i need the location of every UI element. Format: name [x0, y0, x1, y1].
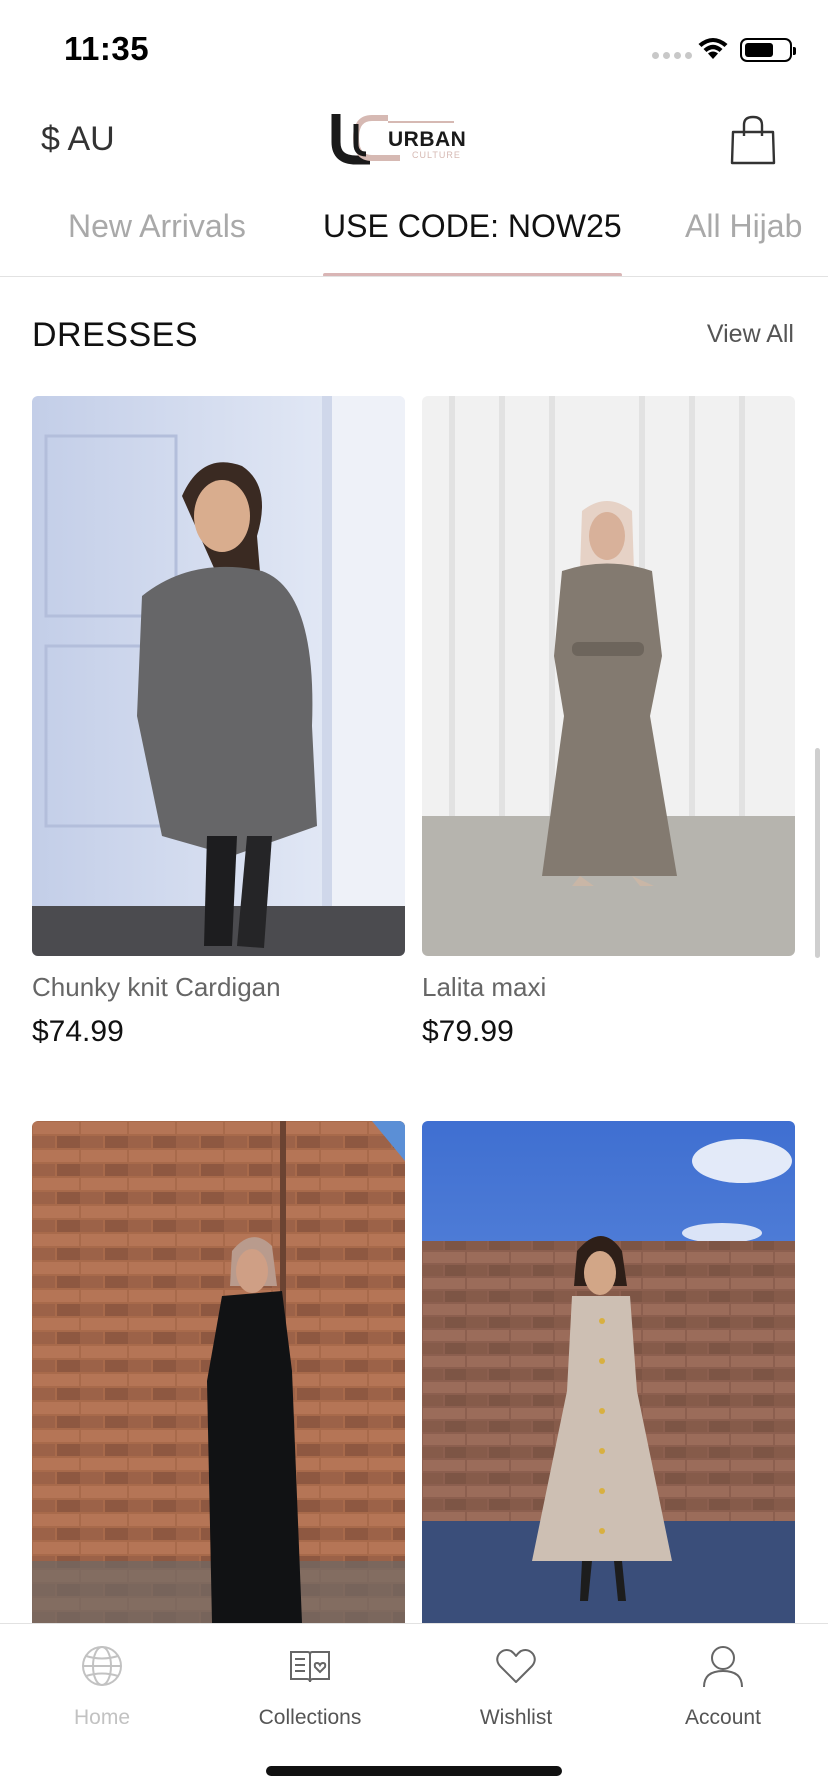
nav-label-account: Account [685, 1706, 761, 1729]
person-icon [703, 1646, 743, 1688]
wifi-icon [698, 38, 728, 59]
product-image[interactable] [422, 396, 795, 956]
shopping-bag-icon[interactable] [728, 114, 778, 166]
home-indicator[interactable] [266, 1766, 562, 1776]
currency-selector[interactable]: $ AU [41, 120, 115, 159]
book-heart-icon [290, 1651, 330, 1683]
logo-text: URBAN [388, 128, 467, 151]
heart-icon [496, 1649, 536, 1683]
product-image[interactable] [422, 1121, 795, 1623]
product-card[interactable] [422, 1121, 795, 1623]
tab-use-code[interactable]: USE CODE: NOW25 [323, 208, 622, 276]
product-price: $74.99 [32, 1015, 124, 1048]
status-bar: 11:35 [0, 0, 828, 100]
nav-label-home: Home [73, 1706, 131, 1729]
product-card[interactable]: Chunky knit Cardigan $74.99 [32, 396, 405, 1049]
tab-all-hijab[interactable]: All Hijab [685, 208, 802, 276]
globe-icon [82, 1646, 122, 1686]
cellular-signal-icon [652, 52, 692, 59]
product-price: $79.99 [422, 1015, 514, 1048]
product-name[interactable]: Lalita maxi [422, 972, 795, 1003]
nav-label-collections: Collections [258, 1706, 362, 1729]
product-image[interactable] [32, 1121, 405, 1623]
status-time: 11:35 [64, 30, 150, 67]
product-image[interactable] [32, 396, 405, 956]
nav-item-collections[interactable]: Collections [230, 1638, 390, 1730]
nav-item-account[interactable]: Account [643, 1638, 803, 1730]
product-name[interactable]: Chunky knit Cardigan [32, 972, 405, 1003]
product-card[interactable]: Lalita maxi $79.99 [422, 396, 795, 1049]
tab-new-arrivals[interactable]: New Arrivals [68, 208, 246, 276]
app-header: $ AU URBAN CULTURE [0, 100, 828, 190]
battery-icon [740, 38, 796, 62]
nav-item-wishlist[interactable]: Wishlist [436, 1638, 596, 1730]
nav-item-home[interactable]: Home [22, 1638, 182, 1730]
product-card[interactable] [32, 1121, 405, 1623]
nav-label-wishlist: Wishlist [479, 1706, 553, 1729]
urban-culture-logo[interactable]: URBAN CULTURE [326, 110, 498, 170]
category-tabs: New Arrivals USE CODE: NOW25 All Hijab [0, 190, 828, 277]
logo-subtext: CULTURE [412, 150, 461, 160]
view-all-link[interactable]: View All [707, 320, 794, 349]
scroll-indicator[interactable] [815, 748, 820, 958]
section-title: DRESSES [32, 316, 198, 354]
